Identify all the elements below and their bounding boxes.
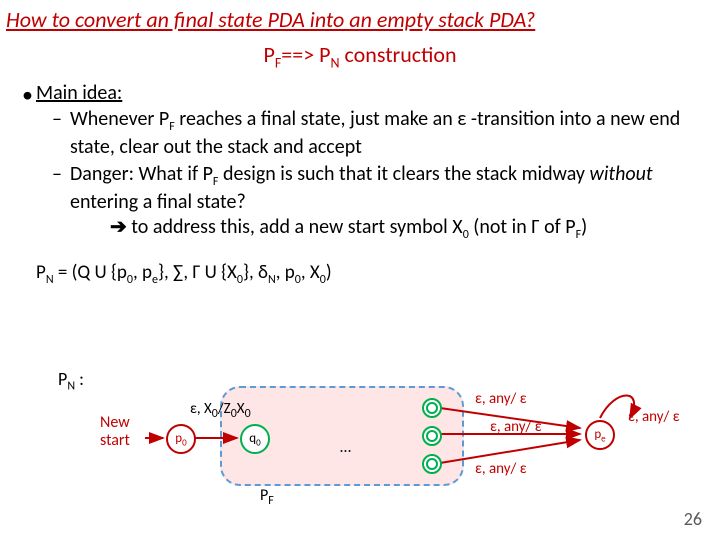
ellipsis: …	[340, 438, 351, 457]
idea-1: – Whenever PF reaches a final state, jus…	[70, 107, 690, 160]
slide-subtitle: PF==> PN construction	[0, 41, 720, 71]
state-q0: q0	[240, 424, 270, 454]
page-number: 26	[684, 508, 702, 530]
pn-definition: PN = (Q U {p0, pe}, ∑, Γ U {X0}, δN, p0,…	[36, 261, 720, 287]
edge-label-any-1: ε, any/ ε	[475, 390, 527, 408]
arrow-icon: ➔	[110, 215, 127, 239]
edge-label-any-3: ε, any/ ε	[475, 460, 527, 478]
slide-title: How to convert an final state PDA into a…	[0, 0, 720, 33]
idea-2: – Danger: What if PF design is such that…	[70, 162, 690, 243]
automaton-diagram: PN : New start p0 q0	[40, 368, 690, 518]
bullet-icon: •	[22, 81, 33, 108]
edge-label-self-loop: ε, any/ ε	[628, 408, 680, 426]
final-state-1	[422, 398, 442, 418]
final-state-2	[422, 426, 442, 446]
state-pe: pe	[585, 420, 615, 450]
main-idea-heading: • Main idea:	[36, 81, 720, 105]
edge-label-any-2: ε, any/ ε	[490, 418, 542, 436]
state-p0: p0	[166, 424, 196, 454]
pf-caption: PF	[260, 486, 274, 508]
edge-label-start: ε, X0/Z0X0	[190, 400, 251, 421]
final-state-3	[422, 454, 442, 474]
